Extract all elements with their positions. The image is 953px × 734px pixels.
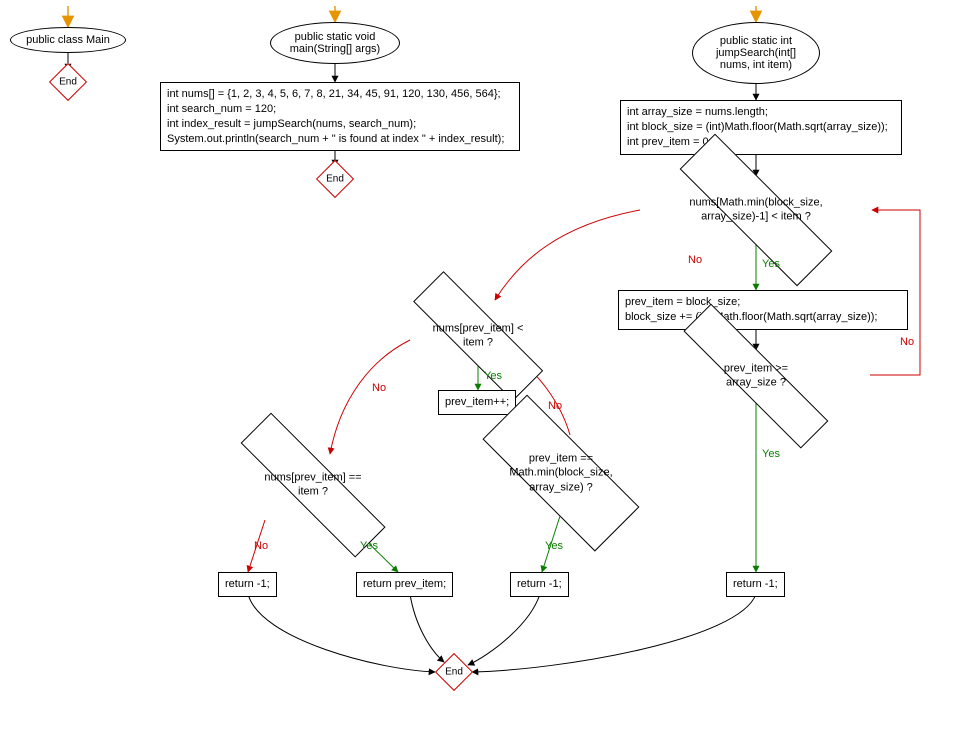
edge-label-yes: Yes: [360, 540, 378, 552]
edge-label-yes: Yes: [484, 370, 502, 382]
edge-label-no: No: [254, 540, 268, 552]
fc3-cond3-decision: nums[prev_item] < item ?: [380, 307, 576, 365]
edge-label-no: No: [548, 400, 562, 412]
fc2-end-terminal: End: [317, 165, 353, 193]
edge-label-no: No: [900, 336, 914, 348]
fc3-cond5-decision: nums[prev_item] == item ?: [200, 456, 426, 514]
end-label: End: [445, 667, 463, 678]
fc3-inc-process: prev_item++;: [438, 390, 516, 415]
fc3-cond2-decision: prev_item >= array_size ?: [640, 350, 872, 402]
fc3-cond4-decision: prev_item == Math.min(block_size, array_…: [450, 430, 672, 516]
fc3-return-neg1-a: return -1;: [726, 572, 785, 597]
fc3-return-neg1-c: return -1;: [218, 572, 277, 597]
fc2-start-terminal: public static void main(String[] args): [270, 22, 400, 64]
fc1-end-terminal: End: [50, 68, 86, 96]
fc1-start-terminal: public class Main: [10, 27, 126, 53]
fc3-start-terminal: public static int jumpSearch(int[] nums,…: [692, 22, 820, 84]
fc3-body1-process: prev_item = block_size; block_size += (i…: [618, 290, 908, 330]
fc3-end-terminal: End: [436, 658, 472, 686]
end-label: End: [326, 174, 344, 185]
end-label: End: [59, 77, 77, 88]
edge-label-yes: Yes: [762, 258, 780, 270]
edge-label-yes: Yes: [545, 540, 563, 552]
edge-label-no: No: [372, 382, 386, 394]
edge-label-no: No: [688, 254, 702, 266]
fc2-body-process: int nums[] = {1, 2, 3, 4, 5, 6, 7, 8, 21…: [160, 82, 520, 151]
edge-label-yes: Yes: [762, 448, 780, 460]
fc3-return-neg1-b: return -1;: [510, 572, 569, 597]
flowchart-canvas: public class Main End public static void…: [0, 0, 953, 734]
fc3-cond1-decision: nums[Math.min(block_size, array_size)-1]…: [640, 176, 872, 244]
fc3-init-process: int array_size = nums.length; int block_…: [620, 100, 902, 155]
fc3-return-prev: return prev_item;: [356, 572, 453, 597]
